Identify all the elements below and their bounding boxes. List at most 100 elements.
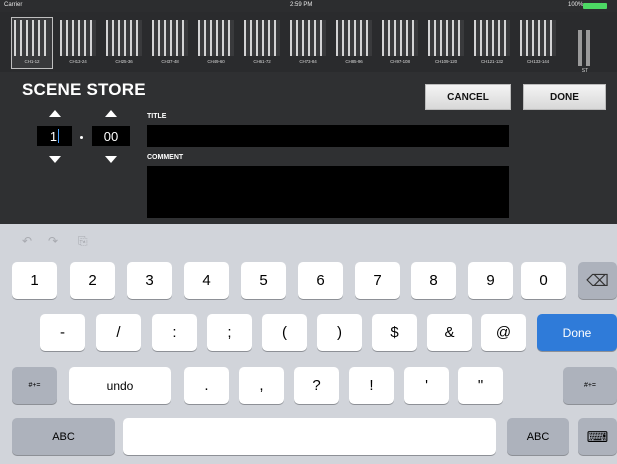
comment-label: COMMENT <box>147 154 184 161</box>
scene-store-panel: SCENE STORE CANCEL DONE 1 00 TITLE COMME… <box>0 72 617 224</box>
channel-bank-label: CH73-84 <box>299 59 317 64</box>
cancel-button[interactable]: CANCEL <box>425 84 511 110</box>
channel-bank-4[interactable]: CH37-48 <box>150 18 190 68</box>
title-label: TITLE <box>147 113 167 120</box>
key-period[interactable]: . <box>184 367 229 404</box>
key-slash[interactable]: / <box>96 314 141 351</box>
keyboard-dismiss-icon[interactable]: ⌨ <box>578 418 617 455</box>
channel-bank-1[interactable]: CH1-12 <box>11 17 53 69</box>
key-5[interactable]: 5 <box>241 262 286 299</box>
key-open-paren[interactable]: ( <box>262 314 307 351</box>
delete-icon: ⌫ <box>586 272 609 290</box>
fader-thumbnail <box>382 20 418 56</box>
channel-bank-label: CH37-48 <box>161 59 179 64</box>
paste-icon[interactable]: ⎘ <box>78 234 88 249</box>
channel-bank-5[interactable]: CH49-60 <box>196 18 236 68</box>
key-semicolon[interactable]: ; <box>207 314 252 351</box>
channel-bank-7[interactable]: CH73-84 <box>288 18 328 68</box>
scene-minor-decrement-icon[interactable] <box>105 156 117 163</box>
stereo-fader-left <box>578 30 582 66</box>
done-button[interactable]: DONE <box>523 84 606 110</box>
abc-key-left[interactable]: ABC <box>12 418 115 455</box>
text-cursor <box>58 129 60 143</box>
key-colon[interactable]: : <box>152 314 197 351</box>
battery-icon <box>583 3 607 9</box>
battery-percent: 100% <box>568 2 584 8</box>
scene-number-major-field[interactable]: 1 <box>37 126 72 146</box>
keyboard-shortcut-bar: ↶ ↷ ⎘ <box>0 224 617 258</box>
channel-bank-label: CH109-120 <box>434 59 458 64</box>
comment-input[interactable] <box>147 166 509 218</box>
key-3[interactable]: 3 <box>127 262 172 299</box>
keyboard-done-key[interactable]: Done <box>537 314 617 351</box>
onscreen-keyboard: ↶ ↷ ⎘ 1 2 3 4 5 6 7 8 9 0 ⌫ - / : ; ( ) … <box>0 224 617 464</box>
channel-bank-label: CH25-36 <box>115 59 133 64</box>
key-comma[interactable]: , <box>239 367 284 404</box>
key-6[interactable]: 6 <box>298 262 343 299</box>
fader-thumbnail <box>14 20 50 56</box>
key-hyphen[interactable]: - <box>40 314 85 351</box>
channel-bank-8[interactable]: CH85-96 <box>334 18 374 68</box>
key-9[interactable]: 9 <box>468 262 513 299</box>
key-1[interactable]: 1 <box>12 262 57 299</box>
abc-key-right[interactable]: ABC <box>507 418 569 455</box>
panel-title: SCENE STORE <box>22 80 146 99</box>
scene-minor-increment-icon[interactable] <box>105 110 117 117</box>
undo-key[interactable]: undo <box>69 367 171 404</box>
key-apostrophe[interactable]: ' <box>404 367 449 404</box>
key-7[interactable]: 7 <box>355 262 400 299</box>
symbols-mode-key[interactable]: #+= <box>12 367 57 404</box>
channel-bank-label: CH61-72 <box>253 59 271 64</box>
key-2[interactable]: 2 <box>70 262 115 299</box>
channel-bank-11[interactable]: CH121-132 <box>472 18 512 68</box>
fader-thumbnail <box>474 20 510 56</box>
carrier-label: Carrier <box>4 2 23 8</box>
fader-thumbnail <box>428 20 464 56</box>
symbols-mode-key-right[interactable]: #+= <box>563 367 617 404</box>
channel-bank-10[interactable]: CH109-120 <box>426 18 466 68</box>
scene-major-increment-icon[interactable] <box>49 110 61 117</box>
channel-bank-label: CH133-144 <box>526 59 550 64</box>
key-quote[interactable]: " <box>458 367 503 404</box>
key-8[interactable]: 8 <box>411 262 456 299</box>
channel-bank-3[interactable]: CH25-36 <box>104 18 144 68</box>
key-ampersand[interactable]: & <box>427 314 472 351</box>
fader-thumbnail <box>520 20 556 56</box>
key-at[interactable]: @ <box>481 314 526 351</box>
channel-bank-2[interactable]: CH13-24 <box>58 18 98 68</box>
key-close-paren[interactable]: ) <box>317 314 362 351</box>
stereo-fader-right <box>586 30 590 66</box>
channel-bank-label: CH49-60 <box>207 59 225 64</box>
undo-icon[interactable]: ↶ <box>22 234 32 248</box>
channel-bank-9[interactable]: CH97-108 <box>380 18 420 68</box>
channel-bank-label: CH121-132 <box>480 59 504 64</box>
key-question[interactable]: ? <box>294 367 339 404</box>
scene-number-minor-value: 00 <box>103 128 119 144</box>
redo-icon[interactable]: ↷ <box>48 234 58 248</box>
key-0[interactable]: 0 <box>521 262 566 299</box>
status-bar: Carrier 2:59 PM 100% <box>0 0 617 12</box>
title-input[interactable] <box>147 125 509 147</box>
fader-thumbnail <box>106 20 142 56</box>
scene-major-decrement-icon[interactable] <box>49 156 61 163</box>
scene-number-separator <box>80 136 83 139</box>
fader-thumbnail <box>290 20 326 56</box>
scene-number-major-value: 1 <box>49 128 58 144</box>
channel-bank-label: CH85-96 <box>345 59 363 64</box>
space-bar[interactable] <box>123 418 496 455</box>
channel-bank-6[interactable]: CH61-72 <box>242 18 282 68</box>
channel-strip-navigator: CH1-12 CH13-24 CH25-36 CH37-48 CH49-60 C… <box>0 12 617 74</box>
channel-bank-label: CH13-24 <box>69 59 87 64</box>
key-exclamation[interactable]: ! <box>349 367 394 404</box>
fader-thumbnail <box>152 20 188 56</box>
fader-thumbnail <box>198 20 234 56</box>
channel-bank-label: CH97-108 <box>390 59 410 64</box>
fader-thumbnail <box>60 20 96 56</box>
fader-thumbnail <box>336 20 372 56</box>
key-4[interactable]: 4 <box>184 262 229 299</box>
delete-key[interactable]: ⌫ <box>578 262 617 299</box>
scene-number-minor-field[interactable]: 00 <box>92 126 130 146</box>
key-dollar[interactable]: $ <box>372 314 417 351</box>
channel-bank-12[interactable]: CH133-144 <box>518 18 558 68</box>
fader-thumbnail <box>244 20 280 56</box>
